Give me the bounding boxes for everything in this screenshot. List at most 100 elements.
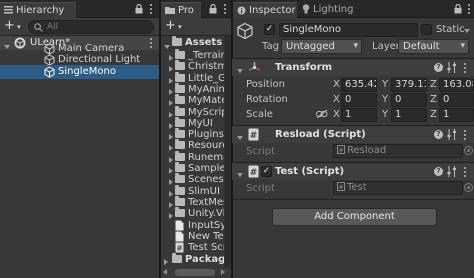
preset-icon[interactable]: [447, 166, 457, 177]
test-script-label: Script: [246, 183, 276, 194]
folder-icon: [175, 94, 185, 105]
position-y-field[interactable]: 379.13: [391, 78, 427, 92]
preset-icon[interactable]: [447, 129, 457, 140]
lock-icon[interactable]: [135, 4, 143, 14]
expand-arrow-icon[interactable]: [237, 132, 243, 143]
expand-arrow-icon[interactable]: [237, 65, 243, 76]
resload-menu-icon[interactable]: [464, 130, 467, 141]
folder-icon: [175, 184, 185, 195]
lock-icon[interactable]: [454, 4, 462, 14]
tab-hierarchy[interactable]: Hierarchy: [0, 2, 76, 18]
object-name-input[interactable]: SingleMono: [279, 23, 418, 37]
tag-dropdown[interactable]: Untagged: [281, 39, 362, 54]
axis-z-label: Z: [430, 109, 437, 120]
tab-project[interactable]: Pro: [161, 2, 201, 18]
axis-z-label: Z: [430, 79, 437, 90]
script-file-icon: #: [175, 242, 184, 253]
folder-icon: [175, 207, 185, 218]
help-icon[interactable]: ?: [434, 167, 443, 176]
help-icon[interactable]: ?: [434, 130, 443, 139]
test-menu-icon[interactable]: [464, 167, 467, 178]
scroll-left-icon[interactable]: [163, 269, 167, 275]
gameobject-cube-icon: [44, 66, 55, 78]
script-icon: #: [248, 128, 259, 141]
rotation-label: Rotation: [246, 94, 288, 105]
active-checkbox[interactable]: ✓: [264, 24, 275, 35]
folder-icon: [175, 195, 185, 206]
tab-lighting[interactable]: Lighting: [302, 2, 353, 18]
project-root-assets[interactable]: Assets: [161, 36, 231, 49]
axis-x-label: X: [333, 79, 340, 90]
position-x-field[interactable]: 635.42: [341, 78, 377, 92]
scale-z-field[interactable]: 1: [439, 108, 474, 122]
project-menu-icon[interactable]: [224, 4, 227, 15]
static-label: Static: [436, 24, 465, 35]
rotation-y-field[interactable]: 0: [391, 93, 427, 107]
lock-icon[interactable]: [209, 4, 217, 14]
scroll-thumb[interactable]: [175, 269, 215, 276]
expand-arrow-icon[interactable]: [164, 40, 170, 49]
hierarchy-item-singlemono[interactable]: SingleMono: [0, 65, 159, 79]
static-checkbox[interactable]: [421, 24, 432, 35]
help-icon[interactable]: ?: [434, 63, 443, 72]
scroll-right-icon[interactable]: [221, 269, 225, 275]
transform-header[interactable]: Transform ?: [232, 58, 474, 76]
collapse-arrow-icon[interactable]: [164, 256, 168, 266]
preset-icon[interactable]: [447, 62, 457, 73]
script-file-icon: #: [337, 145, 345, 154]
scale-x-field[interactable]: 1: [341, 108, 377, 122]
test-script-value: Test: [347, 182, 367, 193]
project-scrollbar[interactable]: [224, 36, 231, 268]
hierarchy-search-input[interactable]: All: [28, 20, 154, 34]
project-add-button[interactable]: + ▾: [165, 19, 182, 34]
project-root-label: Assets: [185, 37, 223, 48]
folder-icon: [175, 60, 185, 71]
static-dropdown-icon[interactable]: [464, 25, 470, 36]
resload-script-field: # Resload: [333, 144, 463, 158]
tab-hierarchy-label: Hierarchy: [16, 5, 65, 16]
rotation-z-field[interactable]: 0: [439, 93, 474, 107]
svg-text:#: #: [338, 184, 343, 191]
tag-label: Tag: [262, 41, 279, 52]
resload-script-value: Resload: [347, 145, 387, 156]
test-enabled-checkbox[interactable]: ✓: [261, 166, 272, 177]
tab-inspector-label: Inspector: [249, 5, 296, 16]
axis-x-label: X: [333, 94, 340, 105]
constrain-proportions-icon[interactable]: [316, 109, 328, 119]
project-root-packages[interactable]: Packages: [161, 253, 231, 266]
folder-icon: [175, 139, 185, 150]
tab-project-label: Pro: [178, 5, 194, 16]
folder-icon: [175, 71, 185, 82]
add-component-button[interactable]: Add Component: [272, 208, 437, 226]
test-script-header[interactable]: # ✓ Test (Script) ?: [232, 162, 474, 180]
project-horizontal-scrollbar[interactable]: [161, 268, 231, 278]
axis-y-label: Y: [382, 109, 389, 120]
resload-script-header[interactable]: # Resload (Script) ?: [232, 125, 474, 143]
layer-dropdown[interactable]: Default: [398, 39, 469, 54]
test-title: Test (Script): [275, 166, 345, 177]
folder-icon: [175, 49, 185, 59]
transform-title: Transform: [275, 62, 333, 73]
test-script-field: # Test: [333, 181, 463, 195]
hierarchy-menu-icon[interactable]: [150, 4, 153, 15]
resload-title: Resload (Script): [275, 129, 366, 140]
expand-arrow-icon[interactable]: [237, 169, 243, 180]
project-tree: Assets _TerrainA Christma Little_Gh MyAnime…: [161, 36, 231, 266]
scale-y-field[interactable]: 1: [391, 108, 427, 122]
tab-inspector[interactable]: Inspector: [233, 2, 297, 18]
component-divider: [233, 199, 474, 200]
position-z-field[interactable]: 163.08: [439, 78, 474, 92]
tab-lighting-label: Lighting: [313, 4, 354, 15]
folder-icon: [175, 82, 185, 93]
layer-label: Layer: [372, 41, 400, 52]
folder-icon: [175, 173, 185, 184]
script-icon: #: [248, 165, 259, 178]
axis-y-label: Y: [382, 94, 389, 105]
transform-menu-icon[interactable]: [464, 63, 467, 74]
rotation-x-field[interactable]: 0: [341, 93, 377, 107]
hierarchy-tabbar: Hierarchy: [0, 0, 159, 18]
hierarchy-add-button[interactable]: + ▾: [4, 19, 21, 34]
inspector-menu-icon[interactable]: [468, 4, 471, 15]
folder-icon: [175, 116, 185, 127]
search-icon: [34, 23, 43, 32]
